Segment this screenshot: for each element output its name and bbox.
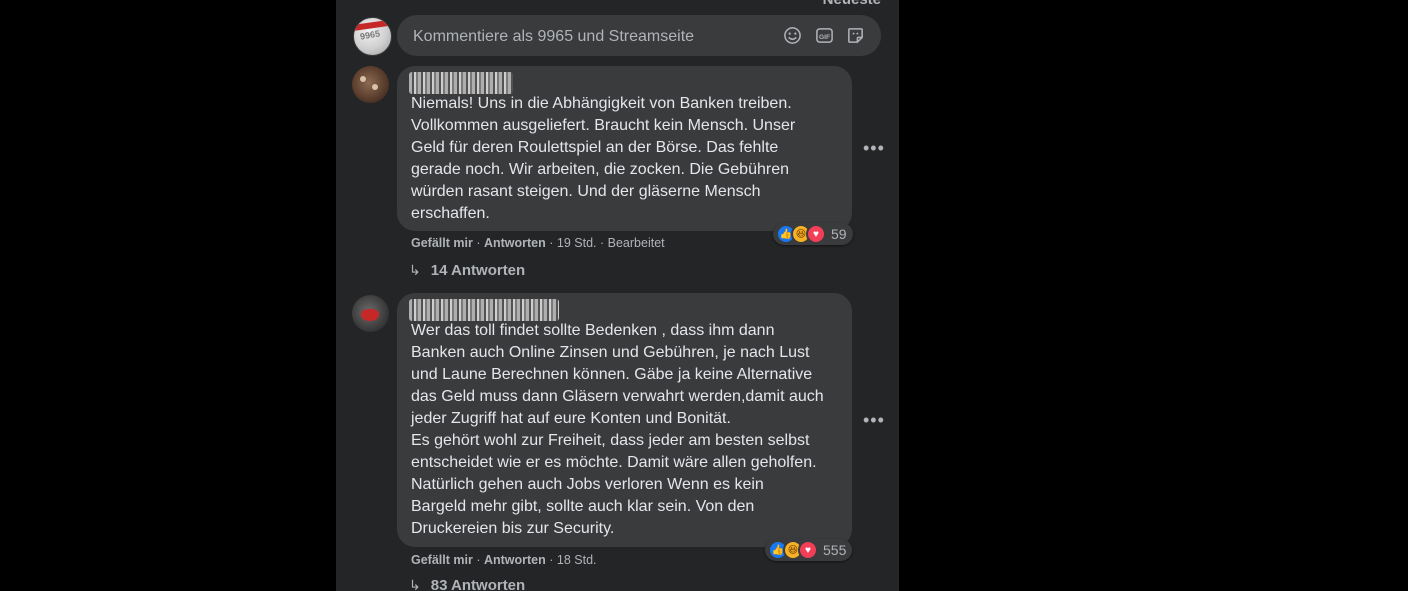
comment-timestamp[interactable]: 19 Std.: [557, 236, 597, 250]
replies-count-label: 14 Antworten: [430, 262, 526, 279]
like-button[interactable]: Gefällt mir: [411, 236, 473, 250]
love-reaction-icon: ♥: [798, 540, 818, 560]
avatar-detail: [372, 84, 378, 90]
like-button[interactable]: Gefällt mir: [411, 553, 473, 567]
sort-label[interactable]: Neueste: [823, 0, 881, 8]
redacted-author-name[interactable]: [409, 72, 513, 94]
reaction-count: 59: [831, 226, 847, 242]
redacted-author-name[interactable]: [409, 299, 559, 321]
separator: ·: [549, 553, 557, 567]
comment-timestamp[interactable]: 18 Std.: [557, 553, 597, 567]
gif-icon[interactable]: GIF: [815, 26, 834, 45]
avatar-detail: [361, 309, 379, 321]
separator: ·: [476, 236, 484, 250]
comment-bubble: Wer das toll findet sollte Bedenken , da…: [397, 293, 852, 547]
separator: ·: [600, 236, 608, 250]
comment-composer[interactable]: GIF: [397, 15, 881, 58]
edited-label[interactable]: Bearbeitet: [608, 236, 665, 250]
reply-arrow-icon: ↳: [409, 262, 421, 278]
sticker-icon[interactable]: [846, 26, 865, 45]
reply-button[interactable]: Antworten: [484, 553, 546, 567]
emoji-icon[interactable]: [783, 26, 802, 45]
reaction-count: 555: [823, 542, 847, 558]
reaction-summary[interactable]: 👍 😆 ♥ 59: [773, 223, 853, 245]
commenter-avatar[interactable]: [352, 295, 389, 332]
comment-bubble: Niemals! Uns in die Abhängigkeit von Ban…: [397, 66, 852, 231]
replies-count-label: 83 Antworten: [430, 577, 526, 591]
separator: ·: [549, 236, 557, 250]
commenter-avatar[interactable]: [352, 66, 389, 103]
avatar-text: 9965: [359, 28, 381, 42]
reaction-summary[interactable]: 👍 😆 ♥ 555: [765, 539, 853, 561]
avatar-detail: [360, 76, 366, 82]
separator: ·: [476, 553, 484, 567]
comment-text: Wer das toll findet sollte Bedenken , da…: [411, 322, 824, 537]
reply-button[interactable]: Antworten: [484, 236, 546, 250]
more-options-icon[interactable]: •••: [863, 411, 885, 429]
comment-actions: Gefällt mir · Antworten · 19 Std. · Bear…: [411, 236, 665, 250]
current-user-avatar[interactable]: 9965: [353, 17, 392, 56]
more-options-icon[interactable]: •••: [863, 139, 885, 157]
reply-arrow-icon: ↳: [409, 577, 421, 591]
view-replies-link[interactable]: ↳ 14 Antworten: [409, 262, 525, 279]
view-replies-link[interactable]: ↳ 83 Antworten: [409, 577, 525, 591]
love-reaction-icon: ♥: [806, 224, 826, 244]
svg-text:GIF: GIF: [819, 34, 830, 41]
comment-actions: Gefällt mir · Antworten · 18 Std.: [411, 553, 597, 567]
comments-panel: Neueste 9965 GIF Niemals! Uns in die Abh…: [336, 0, 899, 591]
comment-text: Niemals! Uns in die Abhängigkeit von Ban…: [411, 95, 796, 222]
comment-input[interactable]: [411, 15, 775, 58]
